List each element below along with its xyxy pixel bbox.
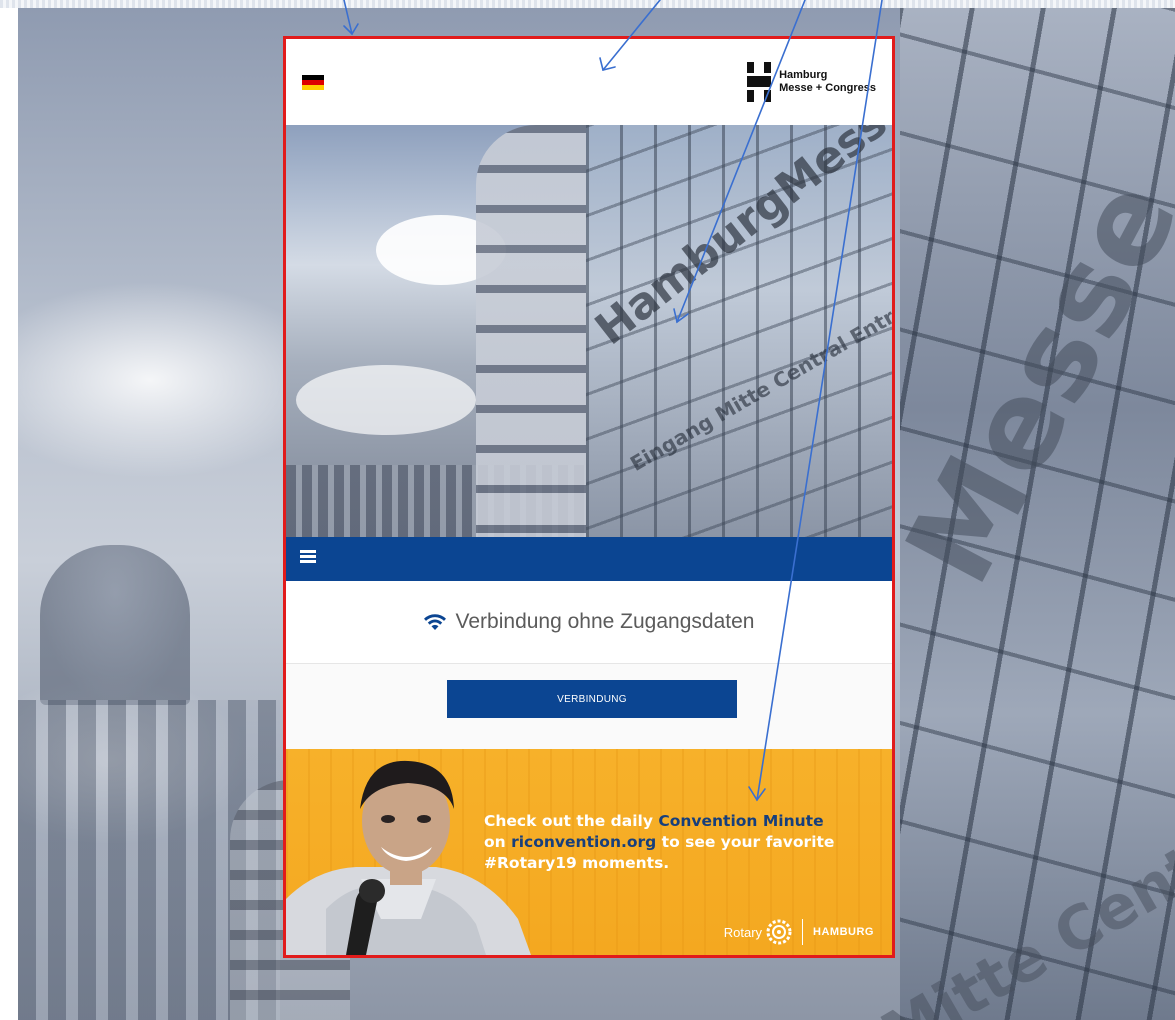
ad-line-2: on riconvention.org to see your favorite (484, 832, 884, 853)
rotary-label: Rotary (723, 924, 763, 940)
hamburg-convention-logo: HAMBURG (813, 926, 874, 938)
ad-hashtag: #Rotary19 (484, 854, 577, 872)
connection-heading: Verbindung ohne Zugangsdaten (286, 581, 892, 664)
flag-stripe-gold (302, 85, 324, 90)
ad-message: Check out the daily Convention Minute on… (484, 811, 884, 874)
logo-line-2: Messe + Congress (779, 82, 876, 94)
hero-cloud (296, 365, 476, 435)
wifi-icon (423, 614, 446, 630)
ad-line-1: Check out the daily Convention Minute (484, 811, 884, 832)
ad-line-3-text: moments. (576, 854, 670, 872)
captive-portal-frame: Hamburg Messe + Congress HamburgMesse Ei… (283, 36, 895, 958)
left-margin (0, 0, 18, 1020)
ad-line-1-text: Check out the daily (484, 812, 659, 830)
hamburger-menu-icon[interactable] (300, 550, 316, 564)
navigation-bar (286, 537, 892, 581)
rotary-ad-banner[interactable]: Check out the daily Convention Minute on… (286, 749, 892, 955)
hero-image: HamburgMesse Eingang Mitte Central Entra… (286, 125, 892, 537)
ad-footer-logos: Rotary HAMBURG (724, 917, 874, 947)
connection-label: Verbindung ohne Zugangsdaten (455, 610, 755, 633)
ad-convention-minute: Convention Minute (658, 812, 824, 830)
logo-line-1: Hamburg (779, 69, 828, 81)
top-margin (0, 0, 1175, 8)
german-flag-icon[interactable] (302, 75, 324, 90)
hamburg-messe-logo: Hamburg Messe + Congress (747, 61, 876, 103)
ad-line-2-text-a: on (484, 833, 512, 851)
hero-roof-arcs (476, 125, 586, 537)
ad-line-3: #Rotary19 moments. (484, 853, 884, 874)
portal-header: Hamburg Messe + Congress (286, 39, 892, 125)
ad-divider (802, 919, 804, 945)
logo-text: Hamburg Messe + Congress (779, 69, 876, 95)
background-dome-building (40, 545, 190, 705)
connect-button[interactable]: VERBINDUNG (447, 680, 737, 718)
connect-section: VERBINDUNG (286, 664, 892, 749)
logo-h-mark-icon (747, 62, 772, 102)
ad-convention-link[interactable]: riconvention.org (511, 833, 656, 851)
ad-line-2-text-c: to see your favorite (656, 833, 835, 851)
rotary-wheel-icon (766, 919, 792, 945)
